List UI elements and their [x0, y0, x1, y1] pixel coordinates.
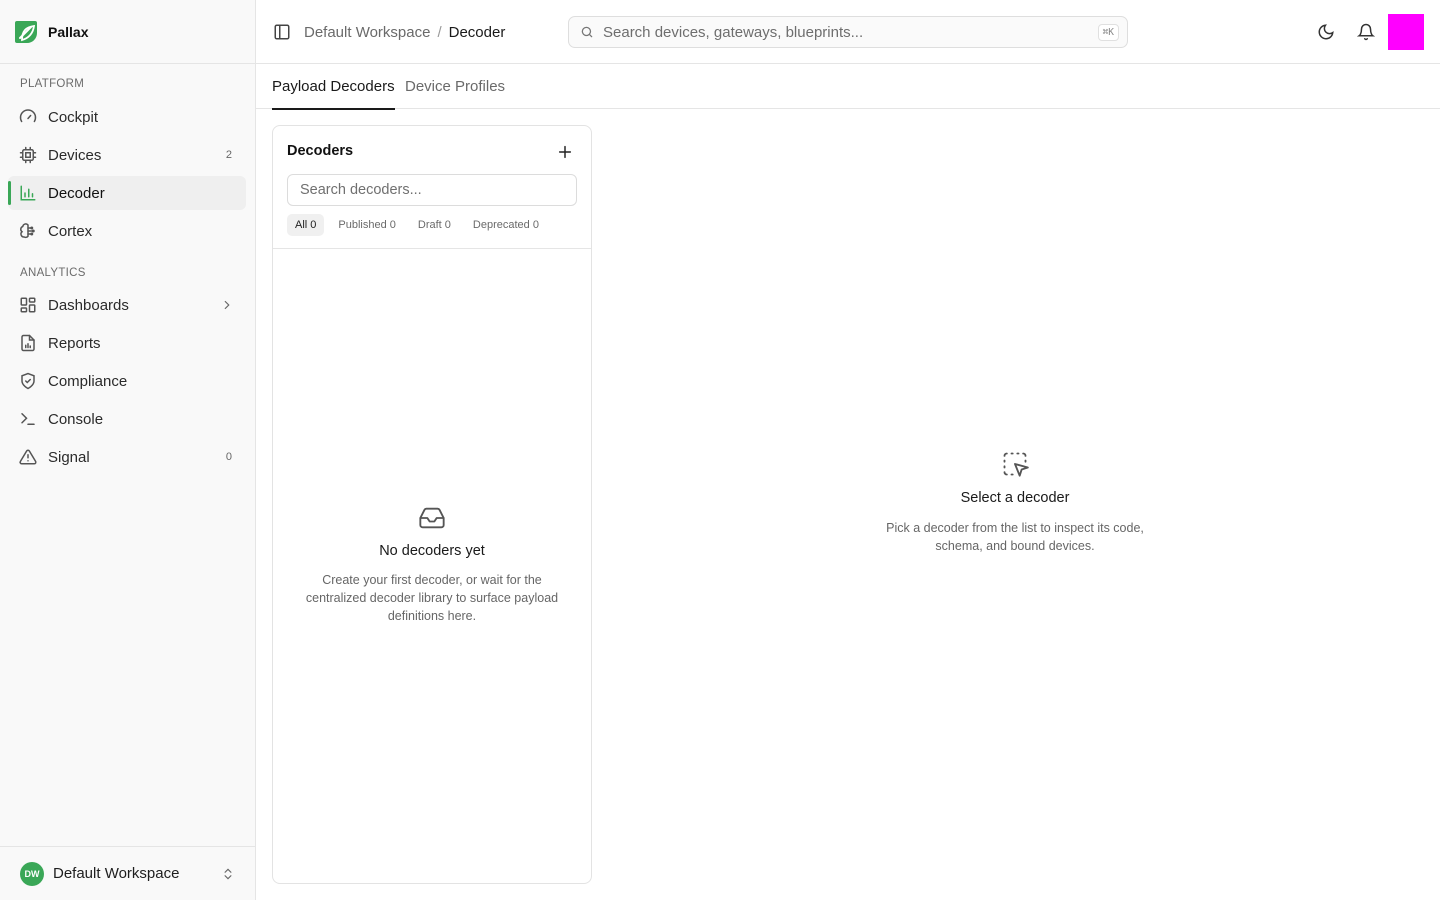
signal-count-badge: 0: [225, 451, 232, 463]
filter-all[interactable]: All 0: [287, 214, 325, 236]
user-avatar[interactable]: [1388, 14, 1424, 50]
terminal-icon: [21, 413, 35, 425]
decoders-panel-title: Decoders: [287, 143, 354, 159]
sidebar-item-label: Decoder: [48, 184, 105, 202]
workspace-switcher[interactable]: DW Default Workspace: [0, 846, 255, 900]
tab-bar: Payload Decoders Device Profiles: [256, 64, 1440, 110]
sidebar-item-dashboards[interactable]: Dashboards: [8, 288, 246, 322]
breadcrumb-workspace[interactable]: Default Workspace: [304, 24, 430, 41]
decoder-status-filters: All 0 Published 0 Draft 0 Deprecated 0: [287, 214, 553, 236]
empty-state-description: Create your first decoder, or wait for t…: [305, 573, 559, 623]
sidebar-item-label: Devices: [48, 146, 102, 164]
search-icon: [581, 26, 593, 38]
filter-published[interactable]: Published 0: [330, 214, 404, 236]
filter-deprecated[interactable]: Deprecated 0: [465, 214, 547, 236]
tab-device-profiles[interactable]: Device Profiles: [405, 64, 505, 109]
sidebar-item-decoder[interactable]: Decoder: [8, 176, 246, 210]
bell-icon[interactable]: [1357, 23, 1375, 41]
brand-name: Pallax: [48, 23, 89, 40]
detail-empty-description: Pick a decoder from the list to inspect …: [886, 521, 1144, 553]
sidebar-item-label: Cortex: [48, 222, 93, 240]
breadcrumb-separator: /: [437, 23, 442, 41]
sidebar-item-label: Signal: [48, 448, 90, 466]
sidebar-item-compliance[interactable]: Compliance: [8, 364, 246, 398]
section-label-platform: PLATFORM: [20, 78, 85, 90]
layout-grid-icon: [20, 297, 36, 313]
alert-triangle-icon: [19, 449, 37, 465]
chevron-right-icon[interactable]: [220, 298, 234, 312]
search-shortcut: ⌘K: [1097, 24, 1119, 41]
empty-state-title: No decoders yet: [379, 543, 485, 559]
sidebar-item-reports[interactable]: Reports: [8, 326, 246, 360]
sidebar-item-label: Compliance: [48, 372, 128, 390]
decoders-panel: Decoders All 0 Published 0 Draft 0 Depre…: [272, 125, 592, 884]
detail-empty-title: Select a decoder: [960, 490, 1070, 506]
sidebar-item-label: Dashboards: [48, 296, 129, 314]
brand[interactable]: Pallax: [0, 0, 255, 64]
sidebar-item-cortex[interactable]: Cortex: [8, 214, 246, 248]
decoders-panel-header: Decoders All 0 Published 0 Draft 0 Depre…: [273, 126, 591, 249]
breadcrumb: Default Workspace / Decoder: [304, 0, 505, 64]
sidebar-toggle-icon[interactable]: [273, 23, 291, 41]
decoder-search-input[interactable]: [287, 174, 577, 206]
topbar: Default Workspace / Decoder Search devic…: [256, 0, 1440, 64]
sidebar-item-label: Cockpit: [48, 108, 99, 126]
add-decoder-button[interactable]: [557, 144, 573, 160]
decoder-detail-empty-state: Select a decoder Pick a decoder from the…: [874, 450, 1156, 555]
pallax-logo-icon: [15, 20, 37, 43]
breadcrumb-current: Decoder: [448, 23, 506, 41]
bar-chart-icon: [20, 185, 36, 201]
file-chart-icon: [21, 334, 35, 352]
sidebar: Pallax PLATFORM Cockpit Devices 2 Decode…: [0, 0, 256, 900]
sidebar-item-label: Reports: [48, 334, 101, 352]
chip-icon: [19, 146, 37, 164]
shield-check-icon: [21, 372, 35, 390]
sidebar-item-signal[interactable]: Signal 0: [8, 440, 246, 474]
decoders-empty-state: No decoders yet Create your first decode…: [273, 504, 591, 625]
sidebar-item-cockpit[interactable]: Cockpit: [8, 100, 246, 134]
sidebar-item-label: Console: [48, 410, 104, 428]
section-label-analytics: ANALYTICS: [20, 267, 86, 279]
chevrons-up-down-icon: [224, 868, 232, 879]
filter-draft[interactable]: Draft 0: [410, 214, 459, 236]
tab-payload-decoders[interactable]: Payload Decoders: [272, 64, 395, 110]
workspace-avatar: DW: [20, 861, 44, 886]
global-search-input[interactable]: Search devices, gateways, blueprints... …: [568, 16, 1128, 48]
devices-count-badge: 2: [225, 149, 232, 161]
moon-icon[interactable]: [1317, 23, 1335, 41]
brain-icon: [20, 223, 35, 239]
workspace-name: Default Workspace: [53, 865, 180, 882]
inbox-icon: [419, 507, 445, 529]
gauge-icon: [19, 109, 37, 123]
select-pointer-icon: [1003, 452, 1029, 477]
search-placeholder: Search devices, gateways, blueprints...: [603, 23, 864, 41]
sidebar-item-console[interactable]: Console: [8, 402, 246, 436]
sidebar-item-devices[interactable]: Devices 2: [8, 138, 246, 172]
